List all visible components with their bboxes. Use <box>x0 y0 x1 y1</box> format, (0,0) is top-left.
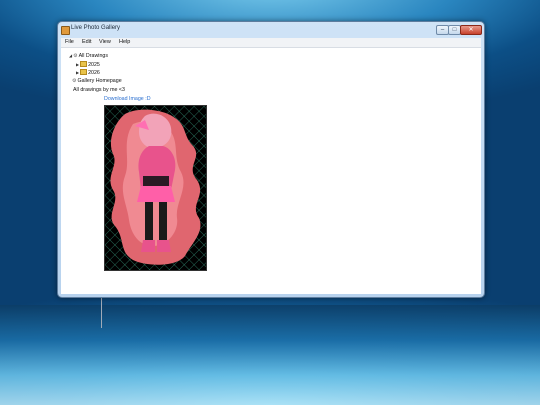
gear-icon: ⚙ <box>72 78 77 84</box>
tree-item-all-drawings[interactable]: ◢⚙All Drawings <box>69 53 108 59</box>
download-image-link[interactable]: Download Image :D <box>104 96 151 102</box>
tree-item-2025[interactable]: ▶ 2025 <box>76 61 100 68</box>
tree-item-2026[interactable]: ▶ 2026 <box>76 69 100 76</box>
window-title: Live Photo Gallery <box>71 25 121 31</box>
menu-help[interactable]: Help <box>119 39 130 45</box>
close-button[interactable]: ✕ <box>460 25 482 35</box>
drawing-image <box>104 105 207 271</box>
menu-edit[interactable]: Edit <box>82 39 91 45</box>
gallery-caption: All drawings by me <3 <box>73 87 125 93</box>
title-bar[interactable]: Live Photo Gallery – □ ✕ <box>58 22 484 38</box>
menu-file[interactable]: File <box>65 39 74 45</box>
expand-arrow-icon[interactable]: ▶ <box>76 62 79 67</box>
desktop-horizon <box>0 305 540 405</box>
folder-icon <box>80 69 88 75</box>
folder-icon <box>80 61 88 67</box>
expand-arrow-icon[interactable]: ◢ <box>69 53 72 58</box>
expand-arrow-icon[interactable]: ▶ <box>76 70 79 75</box>
gear-icon: ⚙ <box>73 53 78 59</box>
app-icon <box>61 26 70 35</box>
tree-item-gallery-homepage[interactable]: ⚙Gallery Homepage <box>72 78 122 84</box>
menu-view[interactable]: View <box>99 39 111 45</box>
menu-bar: File Edit View Help <box>61 38 481 48</box>
